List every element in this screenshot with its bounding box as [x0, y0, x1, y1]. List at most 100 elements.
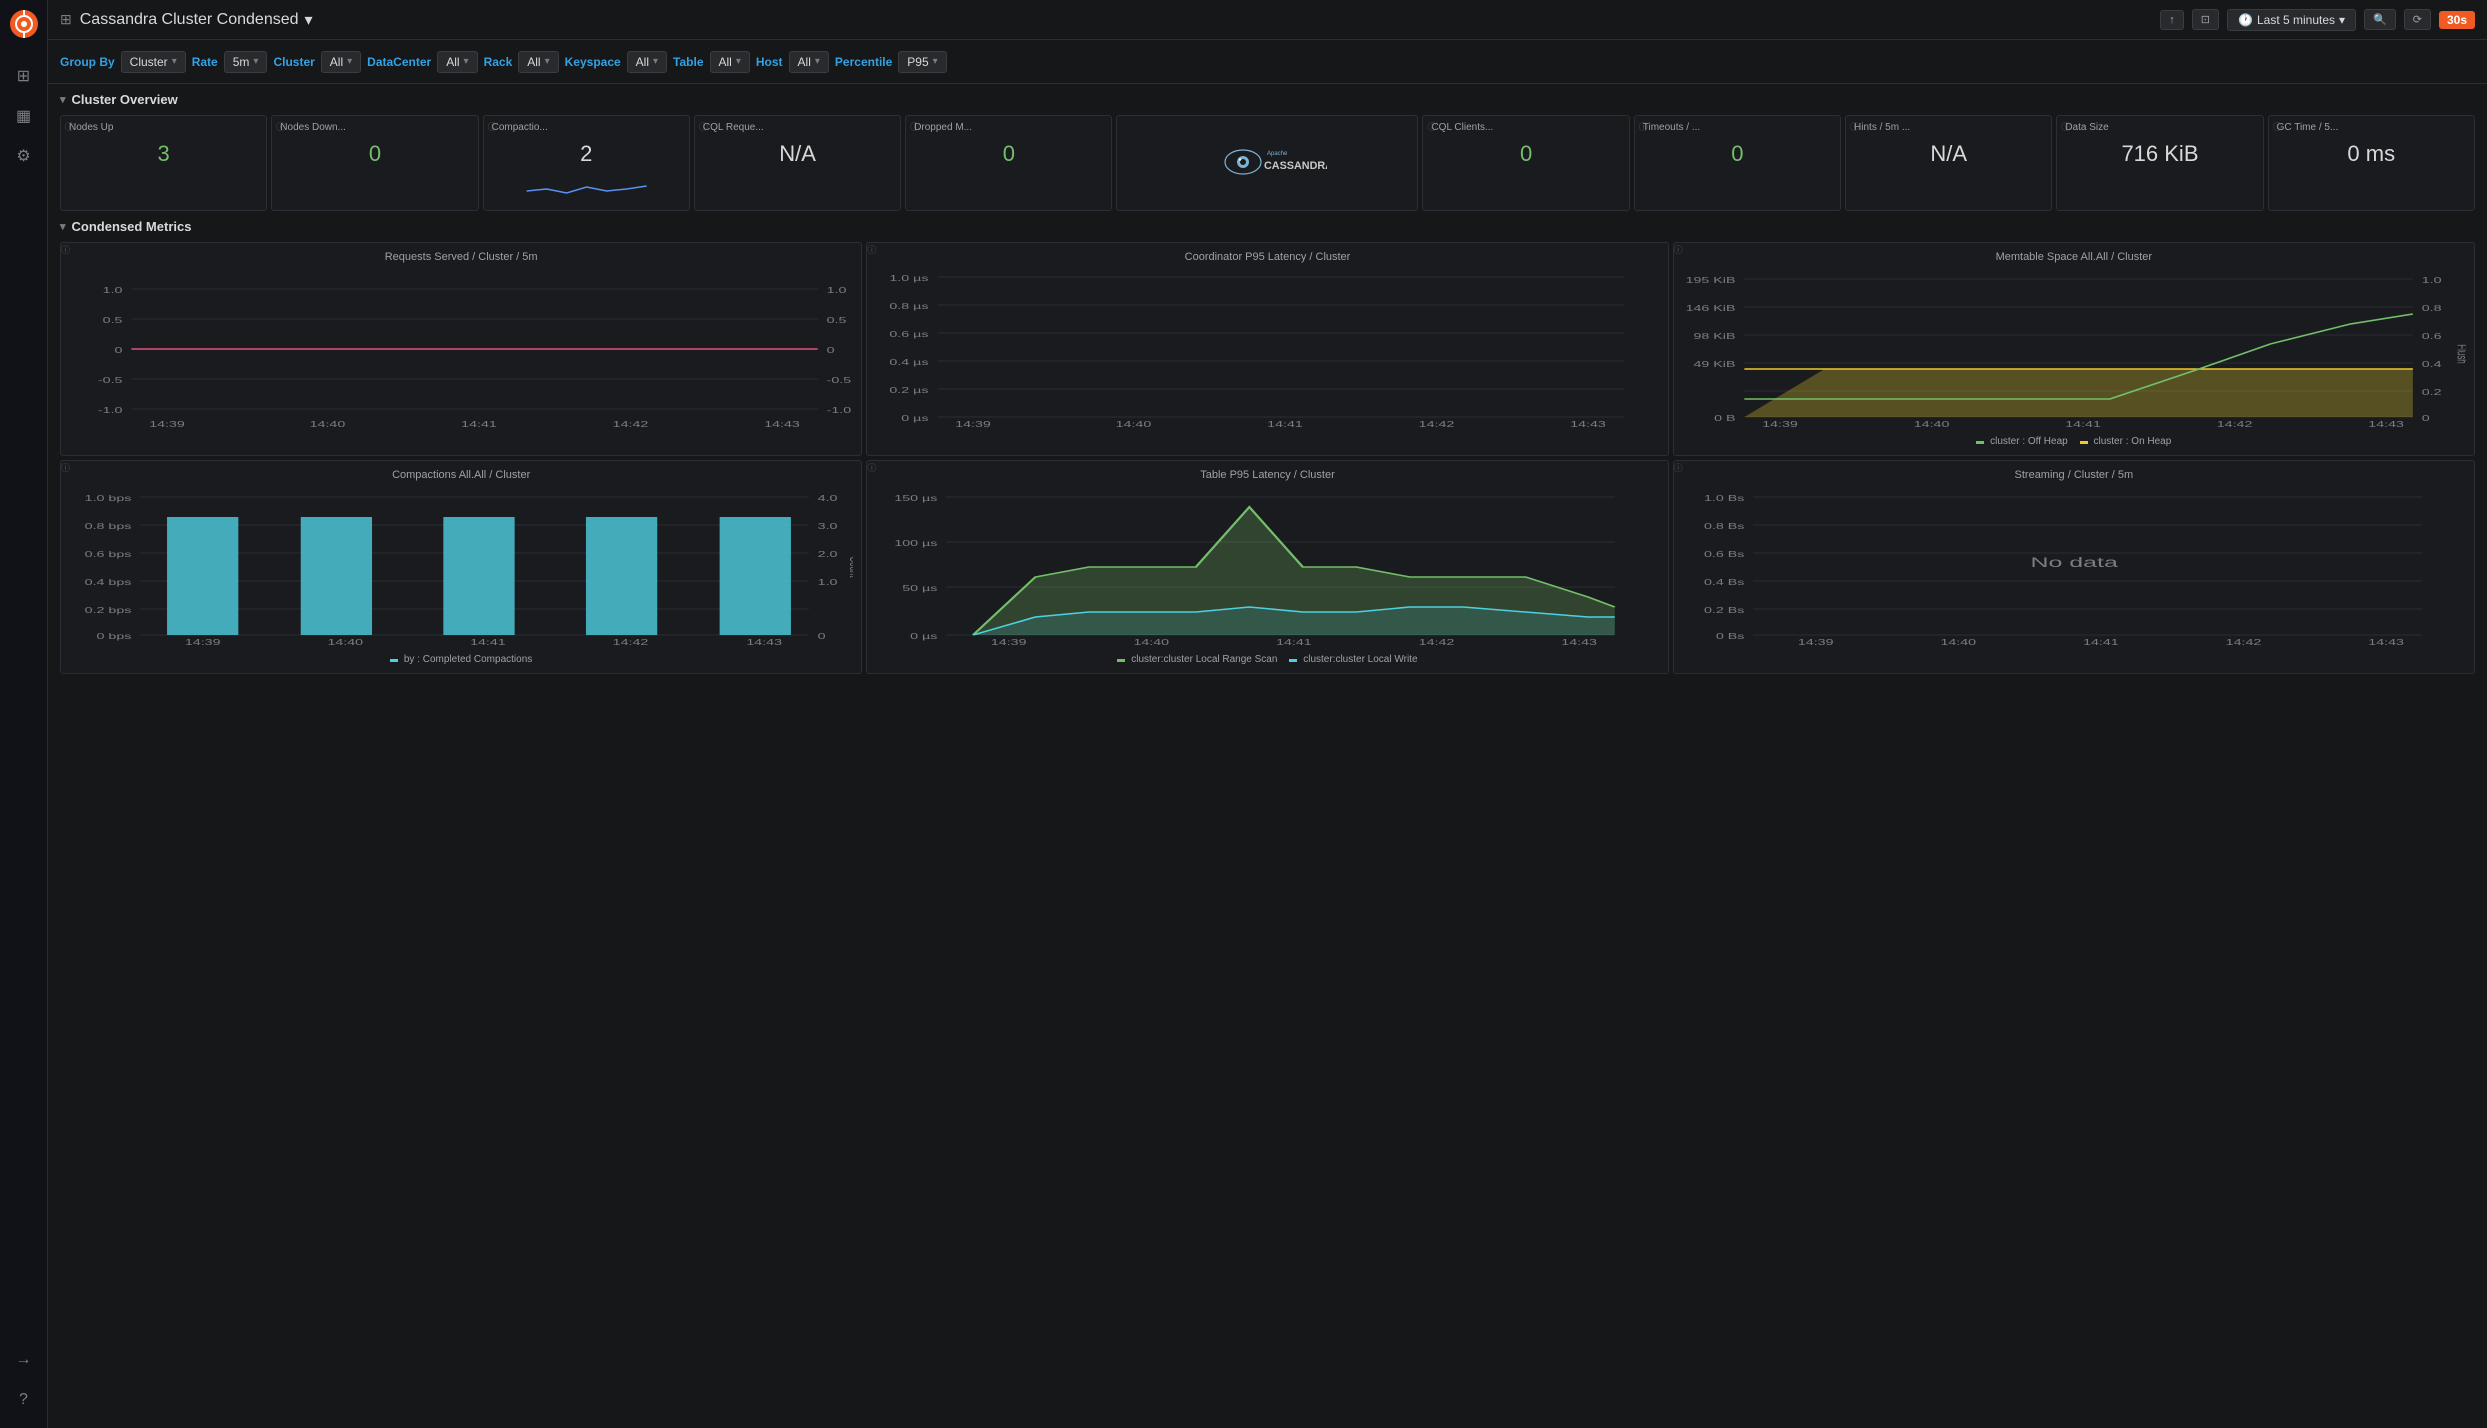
info-icon-cql-requests[interactable]: ⓘ: [699, 120, 708, 133]
nodes-down-value: 0: [280, 137, 469, 171]
rack-select[interactable]: All ▾: [518, 51, 558, 73]
rate-arrow: ▾: [253, 56, 258, 67]
svg-text:0: 0: [115, 347, 123, 355]
svg-text:14:41: 14:41: [2083, 639, 2119, 647]
svg-text:0: 0: [2421, 415, 2429, 423]
rate-select[interactable]: 5m ▾: [224, 51, 268, 73]
refresh-interval-badge[interactable]: 30s: [2439, 11, 2475, 29]
percentile-arrow: ▾: [933, 56, 938, 67]
info-icon-compactions[interactable]: ⓘ: [61, 461, 70, 474]
condensed-metrics-header: ▾ Condensed Metrics: [60, 219, 2475, 234]
svg-text:14:41: 14:41: [2065, 421, 2101, 429]
info-icon-compaction[interactable]: ⓘ: [488, 120, 497, 133]
share-button[interactable]: ↑: [2160, 10, 2184, 30]
cql-requests-title: CQL Reque...: [703, 122, 892, 133]
sidebar-signin-icon[interactable]: →: [6, 1342, 42, 1378]
info-icon-cql-clients[interactable]: ⓘ: [1427, 120, 1436, 133]
cluster-overview-title: Cluster Overview: [72, 92, 178, 107]
svg-text:-0.5: -0.5: [827, 377, 852, 385]
time-range-button[interactable]: 🕐 Last 5 minutes ▾: [2227, 9, 2356, 31]
svg-text:14:40: 14:40: [1913, 421, 1949, 429]
svg-text:0.8: 0.8: [2421, 305, 2441, 313]
sidebar-help-icon[interactable]: ?: [6, 1382, 42, 1418]
compaction-value: 2: [492, 137, 681, 171]
sidebar-settings-icon[interactable]: ⚙: [6, 138, 42, 174]
compactions-title: Compactions All.All / Cluster: [69, 469, 853, 481]
svg-text:14:41: 14:41: [470, 639, 506, 647]
percentile-select[interactable]: P95 ▾: [898, 51, 946, 73]
info-icon-memtable-space[interactable]: ⓘ: [1674, 243, 1683, 256]
table-latency-title: Table P95 Latency / Cluster: [875, 469, 1659, 481]
rate-value: 5m: [233, 55, 250, 69]
sidebar-home-icon[interactable]: ⊞: [6, 58, 42, 94]
svg-text:0.6 bps: 0.6 bps: [85, 551, 132, 559]
host-arrow: ▾: [815, 56, 820, 67]
refresh-button[interactable]: ⟳: [2404, 9, 2431, 30]
datacenter-arrow: ▾: [464, 56, 469, 67]
host-value: All: [798, 55, 811, 69]
group-by-arrow: ▾: [172, 56, 177, 67]
svg-text:1.0 bps: 1.0 bps: [85, 495, 132, 503]
condensed-metrics-title: Condensed Metrics: [72, 219, 192, 234]
info-icon-nodes-up[interactable]: ⓘ: [65, 120, 74, 133]
tv-icon: ⊡: [2201, 13, 2210, 26]
sidebar: ⊞ ▦ ⚙ → ?: [0, 0, 48, 1428]
keyspace-arrow: ▾: [653, 56, 658, 67]
group-by-value: Cluster: [130, 55, 168, 69]
search-button[interactable]: 🔍: [2364, 9, 2396, 30]
memtable-space-title: Memtable Space All.All / Cluster: [1682, 251, 2466, 263]
cluster-select[interactable]: All ▾: [321, 51, 361, 73]
tv-mode-button[interactable]: ⊡: [2192, 9, 2219, 30]
cluster-overview-collapse[interactable]: ▾: [60, 93, 66, 106]
table-value: All: [719, 55, 732, 69]
nodes-down-title: Nodes Down...: [280, 122, 469, 133]
svg-text:14:39: 14:39: [956, 421, 992, 429]
legend-off-heap: cluster : Off Heap: [1976, 436, 2067, 447]
svg-text:14:39: 14:39: [1762, 421, 1798, 429]
info-icon-coordinator-latency[interactable]: ⓘ: [867, 243, 876, 256]
info-icon-dropped-messages[interactable]: ⓘ: [910, 120, 919, 133]
table-select[interactable]: All ▾: [710, 51, 750, 73]
datacenter-select[interactable]: All ▾: [437, 51, 477, 73]
info-icon-streaming[interactable]: ⓘ: [1674, 461, 1683, 474]
condensed-metrics-collapse[interactable]: ▾: [60, 220, 66, 233]
stat-card-dropped-messages: ⓘ Dropped M... 0: [905, 115, 1112, 211]
svg-text:-1.0: -1.0: [827, 407, 852, 415]
legend-dot-off-heap: [1976, 441, 1984, 444]
grafana-logo[interactable]: [8, 8, 40, 40]
info-icon-table-latency[interactable]: ⓘ: [867, 461, 876, 474]
svg-text:0.2 Bs: 0.2 Bs: [1704, 607, 1745, 615]
svg-text:14:39: 14:39: [185, 639, 221, 647]
chart-table-latency: ⓘ Table P95 Latency / Cluster 150 µs 100…: [866, 460, 1668, 674]
search-icon: 🔍: [2373, 13, 2387, 26]
keyspace-select[interactable]: All ▾: [627, 51, 667, 73]
info-icon-requests-served[interactable]: ⓘ: [61, 243, 70, 256]
svg-text:0 µs: 0 µs: [902, 415, 929, 423]
svg-text:14:41: 14:41: [461, 421, 497, 429]
info-icon-hints[interactable]: ⓘ: [1850, 120, 1859, 133]
host-select[interactable]: All ▾: [789, 51, 829, 73]
svg-text:49 KiB: 49 KiB: [1693, 361, 1735, 369]
table-label: Table: [673, 55, 703, 69]
sidebar-dashboard-icon[interactable]: ▦: [6, 98, 42, 134]
info-icon-data-size[interactable]: ⓘ: [2061, 120, 2070, 133]
info-icon-nodes-down[interactable]: ⓘ: [276, 120, 285, 133]
svg-text:14:43: 14:43: [1571, 421, 1607, 429]
svg-text:0 B: 0 B: [1714, 415, 1736, 423]
info-icon-timeouts[interactable]: ⓘ: [1639, 120, 1648, 133]
timeouts-title: Timeouts / ...: [1643, 122, 1832, 133]
info-icon-gc-time[interactable]: ⓘ: [2273, 120, 2282, 133]
svg-text:0.5: 0.5: [103, 317, 123, 325]
legend-dot-local-range-scan: [1117, 659, 1125, 662]
chart-streaming: ⓘ Streaming / Cluster / 5m 1.0 Bs 0.8 Bs…: [1673, 460, 2475, 674]
coordinator-latency-area: 1.0 µs 0.8 µs 0.6 µs 0.4 µs 0.2 µs 0 µs …: [875, 269, 1659, 432]
title-dropdown-arrow[interactable]: ▾: [305, 10, 313, 30]
svg-text:14:42: 14:42: [613, 639, 649, 647]
legend-on-heap: cluster : On Heap: [2080, 436, 2172, 447]
group-by-select[interactable]: Cluster ▾: [121, 51, 186, 73]
percentile-label: Percentile: [835, 55, 892, 69]
hints-title: Hints / 5m ...: [1854, 122, 2043, 133]
svg-text:0.4 Bs: 0.4 Bs: [1704, 579, 1745, 587]
svg-text:14:43: 14:43: [1562, 639, 1598, 647]
svg-text:0.6: 0.6: [2421, 333, 2441, 341]
